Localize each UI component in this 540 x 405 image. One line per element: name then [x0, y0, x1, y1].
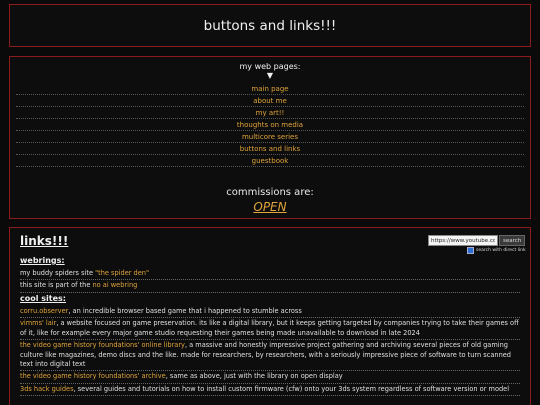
- search-input[interactable]: [428, 235, 498, 246]
- nav-link-about-me[interactable]: about me: [253, 97, 287, 105]
- nav-link-guestbook[interactable]: guestbook: [252, 157, 289, 165]
- spider-den-link[interactable]: "the spider den": [95, 269, 149, 277]
- nav-link-my-art[interactable]: my art!!: [256, 109, 285, 117]
- nav-link-buttons-and-links[interactable]: buttons and links: [240, 145, 300, 153]
- page-title: buttons and links!!!: [203, 18, 337, 34]
- nav-item: multicore series: [16, 131, 524, 143]
- nav-link-thoughts-on-media[interactable]: thoughts on media: [237, 121, 303, 129]
- nav-item: guestbook: [16, 155, 524, 167]
- row-text: , same as above, just with the library o…: [165, 372, 343, 381]
- direct-link-option: search with direct link: [467, 247, 526, 254]
- list-item: corru.observer, an incredible browser ba…: [20, 306, 520, 319]
- direct-link-checkbox[interactable]: [467, 247, 474, 254]
- nav-item: about me: [16, 95, 524, 107]
- arrow-down-icon: ▼: [266, 71, 274, 80]
- navigation-box: my web pages: ▼ main page about me my ar…: [9, 56, 531, 219]
- cool-sites-list: corru.observer, an incredible browser ba…: [20, 306, 520, 397]
- commissions-label: commissions are:: [226, 187, 314, 198]
- vimms-lair-link[interactable]: vimms' lair: [20, 319, 56, 327]
- 3ds-hack-guides-link[interactable]: 3ds hack guides: [20, 385, 74, 393]
- direct-link-label: search with direct link: [476, 248, 526, 253]
- vghf-archive-link[interactable]: the video game history foundations' arch…: [20, 372, 166, 380]
- cool-sites-heading: cool sites:: [20, 294, 66, 303]
- nav-item: thoughts on media: [16, 119, 524, 131]
- nav-heading: my web pages:: [239, 62, 301, 71]
- no-ai-webring-link[interactable]: no ai webring: [92, 281, 137, 289]
- list-item: the video game history foundations' arch…: [20, 371, 520, 384]
- row-text: , a website focused on game preservation…: [20, 319, 519, 337]
- list-item: vimms' lair, a website focused on game p…: [20, 318, 520, 341]
- nav-link-multicore-series[interactable]: multicore series: [242, 133, 298, 141]
- webrings-heading: webrings:: [20, 256, 65, 265]
- section-title: links!!!: [20, 234, 69, 248]
- nav-item: main page: [16, 83, 524, 95]
- list-item: this site is part of the no ai webring: [20, 280, 520, 293]
- nav-list: main page about me my art!! thoughts on …: [16, 83, 524, 167]
- row-text: , several guides and tutorials on how to…: [73, 384, 510, 393]
- row-text: this site is part of the: [20, 281, 93, 290]
- row-text: , an incredible browser based game that …: [68, 307, 302, 315]
- list-item: my buddy spiders site "the spider den": [20, 268, 520, 281]
- nav-item: buttons and links: [16, 143, 524, 155]
- corru-observer-link[interactable]: corru.observer: [20, 307, 68, 315]
- list-item: the video game history foundations' onli…: [20, 340, 520, 372]
- vghf-library-link[interactable]: the video game history foundations' onli…: [20, 341, 185, 349]
- nav-item: my art!!: [16, 107, 524, 119]
- list-item: 3ds hack guides, several guides and tuto…: [20, 384, 520, 397]
- search-button[interactable]: search: [499, 235, 526, 246]
- webrings-list: my buddy spiders site "the spider den" t…: [20, 268, 520, 293]
- row-text: my buddy spiders site: [20, 269, 96, 277]
- nav-link-main-page[interactable]: main page: [251, 85, 288, 93]
- commissions-status-link[interactable]: OPEN: [10, 200, 530, 214]
- header-box: buttons and links!!!: [9, 4, 531, 47]
- links-section: links!!! search search with direct link …: [9, 227, 531, 405]
